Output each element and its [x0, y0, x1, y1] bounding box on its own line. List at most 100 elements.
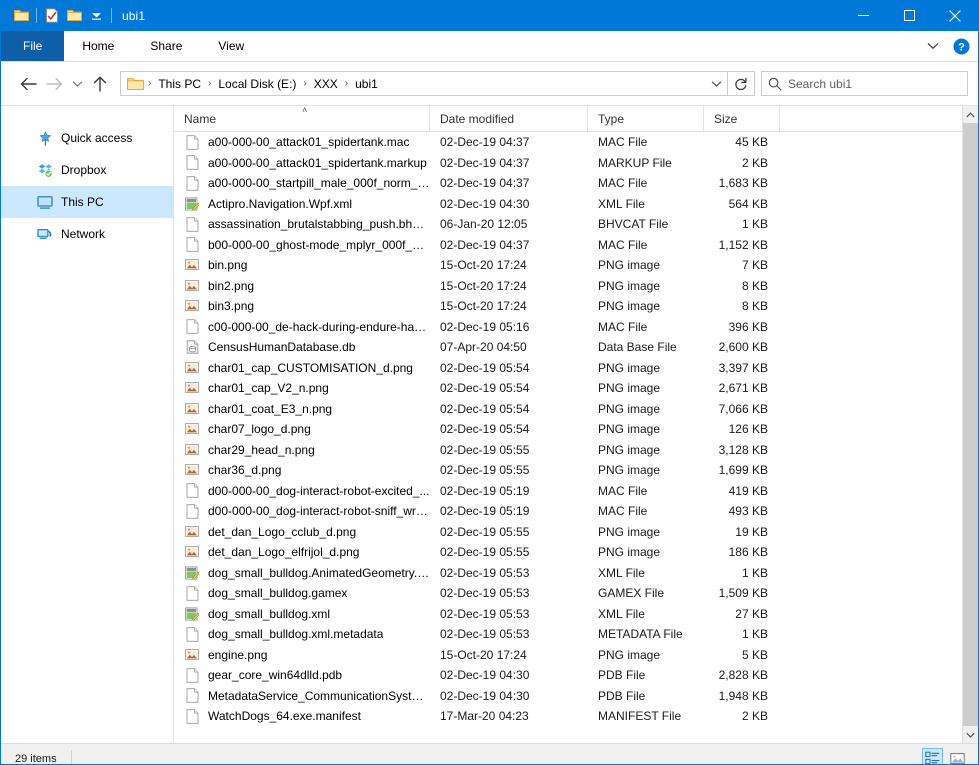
- table-row[interactable]: char01_coat_E3_n.png02-Dec-19 05:54PNG i…: [174, 399, 978, 420]
- table-row[interactable]: Actipro.Navigation.Wpf.xml02-Dec-19 04:3…: [174, 194, 978, 215]
- table-row[interactable]: a00-000-00_startpill_male_000f_norm_no..…: [174, 173, 978, 194]
- file-date-cell: 07-Apr-20 04:50: [430, 340, 588, 354]
- table-row[interactable]: assassination_brutalstabbing_push.bhvcat…: [174, 214, 978, 235]
- file-date-cell: 02-Dec-19 05:53: [430, 607, 588, 621]
- search-box[interactable]: [761, 71, 968, 96]
- table-row[interactable]: dog_small_bulldog.xml.metadata02-Dec-19 …: [174, 624, 978, 645]
- status-separator: [71, 750, 72, 765]
- column-header-size[interactable]: Size: [704, 106, 780, 131]
- properties-icon[interactable]: [41, 5, 63, 27]
- file-date-cell: 02-Dec-19 04:37: [430, 135, 588, 149]
- table-row[interactable]: char01_cap_CUSTOMISATION_d.png 02-Dec-19 …: [174, 358, 978, 379]
- file-type-cell: PNG image: [588, 463, 704, 477]
- file-size-cell: 1 KB: [704, 217, 780, 231]
- details-view-button[interactable]: [922, 748, 943, 765]
- file-name-label: engine.png: [208, 648, 267, 662]
- view-toggle-group: [922, 748, 968, 765]
- monitor-icon: [37, 194, 53, 210]
- tab-view[interactable]: View: [200, 31, 262, 61]
- minimize-button[interactable]: [840, 0, 886, 31]
- window-title: ubi1: [122, 9, 145, 23]
- up-button[interactable]: [87, 71, 113, 97]
- scrollbar-thumb[interactable]: [963, 123, 978, 726]
- folder-icon[interactable]: [10, 5, 32, 27]
- file-type-cell: MAC File: [588, 176, 704, 190]
- file-date-cell: 02-Dec-19 05:55: [430, 545, 588, 559]
- table-row[interactable]: char36_d.png02-Dec-19 05:55PNG image1,69…: [174, 460, 978, 481]
- table-row[interactable]: a00-000-00_attack01_spidertank.mac02-Dec…: [174, 132, 978, 153]
- table-row[interactable]: gear_core_win64dlld.pdb02-Dec-19 04:30PD…: [174, 665, 978, 686]
- table-row[interactable]: d00-000-00_dog-interact-robot-sniff_wro.…: [174, 501, 978, 522]
- breadcrumb-folder-icon[interactable]: [127, 77, 144, 91]
- table-row[interactable]: char29_head_n.png02-Dec-19 05:55PNG imag…: [174, 440, 978, 461]
- file-size-cell: 1,152 KB: [704, 238, 780, 252]
- sidebar-item-network[interactable]: Network: [1, 218, 173, 250]
- large-icons-view-button[interactable]: [947, 748, 968, 765]
- table-row[interactable]: dog_small_bulldog.AnimatedGeometry.n...0…: [174, 563, 978, 584]
- table-row[interactable]: bin2.png15-Oct-20 17:24PNG image8 KB: [174, 276, 978, 297]
- recent-locations-chevron-down-icon[interactable]: [67, 71, 87, 97]
- breadcrumb-separator-1[interactable]: ›: [205, 78, 214, 89]
- file-date-cell: 02-Dec-19 05:54: [430, 361, 588, 375]
- customize-qat-dropdown-icon[interactable]: [85, 5, 107, 27]
- table-row[interactable]: char07_logo_d.png02-Dec-19 05:54PNG imag…: [174, 419, 978, 440]
- file-type-cell: MARKUP File: [588, 156, 704, 170]
- table-row[interactable]: dog_small_bulldog.xml02-Dec-19 05:53XML …: [174, 604, 978, 625]
- refresh-button[interactable]: [728, 71, 755, 96]
- table-row[interactable]: dog_small_bulldog.gamex02-Dec-19 05:53GA…: [174, 583, 978, 604]
- scroll-down-button[interactable]: [963, 726, 978, 743]
- sidebar-item-this-pc[interactable]: This PC: [1, 186, 173, 218]
- breadcrumb-separator-0[interactable]: ›: [145, 78, 154, 89]
- file-date-cell: 02-Dec-19 04:37: [430, 176, 588, 190]
- forward-button[interactable]: [41, 71, 67, 97]
- column-header-date-modified[interactable]: Date modified: [430, 106, 588, 131]
- new-folder-icon[interactable]: [63, 5, 85, 27]
- file-size-cell: 3,128 KB: [704, 443, 780, 457]
- search-input[interactable]: [788, 77, 967, 91]
- table-row[interactable]: c00-000-00_de-hack-during-endure-hac...0…: [174, 317, 978, 338]
- close-button[interactable]: [932, 0, 978, 31]
- scroll-up-button[interactable]: [963, 106, 978, 123]
- table-row[interactable]: bin3.png15-Oct-20 17:24PNG image8 KB: [174, 296, 978, 317]
- breadcrumb-ubi1[interactable]: ubi1: [351, 75, 382, 93]
- help-icon[interactable]: ?: [948, 33, 974, 59]
- tab-file[interactable]: File: [1, 31, 64, 61]
- table-row[interactable]: b00-000-00_ghost-mode_mplyr_000f_nor...0…: [174, 235, 978, 256]
- expand-ribbon-chevron-down-icon[interactable]: [920, 33, 946, 59]
- tab-home[interactable]: Home: [64, 31, 132, 61]
- sidebar-item-dropbox[interactable]: Dropbox: [1, 154, 173, 186]
- png-image-icon: [184, 421, 200, 437]
- address-dropdown-chevron-down-icon[interactable]: [705, 72, 727, 95]
- tab-share[interactable]: Share: [132, 31, 200, 61]
- file-size-cell: 7 KB: [704, 258, 780, 272]
- png-image-icon: [184, 462, 200, 478]
- table-row[interactable]: det_dan_Logo_elfrijol_d.png02-Dec-19 05:…: [174, 542, 978, 563]
- table-row[interactable]: det_dan_Logo_cclub_d.png02-Dec-19 05:55P…: [174, 522, 978, 543]
- breadcrumb-separator-2[interactable]: ›: [300, 78, 309, 89]
- png-image-icon: [184, 360, 200, 376]
- table-row[interactable]: MetadataService_CommunicationSystem...02…: [174, 686, 978, 707]
- file-list: a00-000-00_attack01_spidertank.mac02-Dec…: [174, 132, 978, 743]
- breadcrumb-this-pc[interactable]: This PC: [154, 75, 205, 93]
- maximize-button[interactable]: [886, 0, 932, 31]
- column-header-name[interactable]: Name ˄: [174, 106, 430, 131]
- breadcrumb-xxx[interactable]: XXX: [310, 75, 342, 93]
- dropbox-icon: [37, 162, 53, 178]
- vertical-scrollbar[interactable]: [962, 106, 978, 743]
- column-header-type[interactable]: Type: [588, 106, 704, 131]
- breadcrumb-local-disk-e[interactable]: Local Disk (E:): [214, 75, 300, 93]
- address-bar[interactable]: › This PC › Local Disk (E:) › XXX › ubi1: [120, 71, 728, 96]
- table-row[interactable]: char01_cap_V2_n.png02-Dec-19 05:54PNG im…: [174, 378, 978, 399]
- table-row[interactable]: WatchDogs_64.exe.manifest17-Mar-20 04:23…: [174, 706, 978, 727]
- breadcrumb-separator-3[interactable]: ›: [342, 78, 351, 89]
- file-name-cell: char36_d.png: [174, 462, 430, 478]
- sidebar-item-quick-access[interactable]: Quick access: [1, 122, 173, 154]
- table-row[interactable]: engine.png15-Oct-20 17:24PNG image5 KB: [174, 645, 978, 666]
- table-row[interactable]: bin.png15-Oct-20 17:24PNG image7 KB: [174, 255, 978, 276]
- back-button[interactable]: [15, 71, 41, 97]
- file-name-cell: char01_cap_CUSTOMISATION_d.png: [174, 360, 430, 376]
- table-row[interactable]: d00-000-00_dog-interact-robot-excited_..…: [174, 481, 978, 502]
- file-name-label: char01_cap_CUSTOMISATION_d.png: [208, 361, 413, 375]
- table-row[interactable]: CensusHumanDatabase.db07-Apr-20 04:50Dat…: [174, 337, 978, 358]
- table-row[interactable]: a00-000-00_attack01_spidertank.markup02-…: [174, 153, 978, 174]
